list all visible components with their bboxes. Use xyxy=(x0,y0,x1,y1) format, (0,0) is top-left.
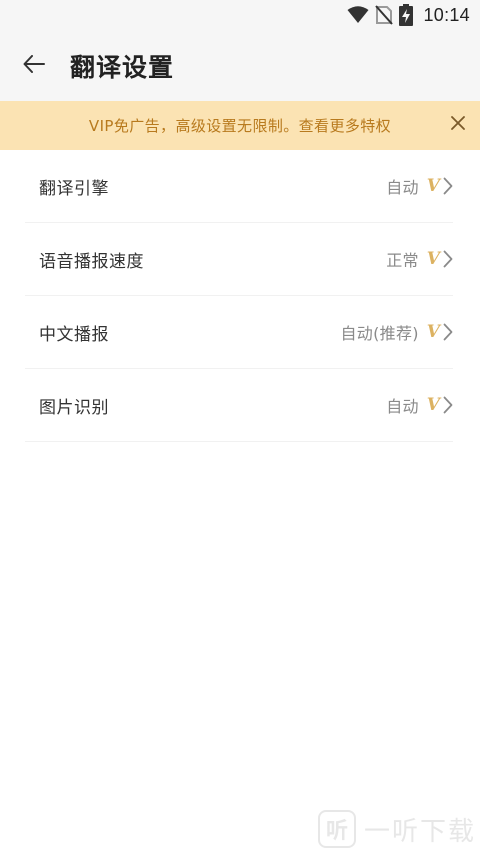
vip-badge-icon: V xyxy=(426,395,440,415)
back-button[interactable] xyxy=(16,48,52,84)
close-icon xyxy=(450,115,466,135)
watermark: 听 一听下载 xyxy=(317,809,476,849)
chevron-right-icon xyxy=(443,396,453,414)
setting-label: 中文播报 xyxy=(39,324,109,345)
vip-badge-icon: V xyxy=(426,322,440,342)
setting-row-speech-speed[interactable]: 语音播报速度 正常 V xyxy=(25,223,453,296)
setting-row-chinese-speech[interactable]: 中文播报 自动(推荐) V xyxy=(25,296,453,369)
setting-label: 图片识别 xyxy=(39,397,109,418)
chevron-right-icon xyxy=(443,250,453,268)
settings-list: 翻译引擎 自动 V 语音播报速度 正常 V 中文播报 自动(推荐) V 图片识别… xyxy=(0,150,480,442)
vip-badge-icon: V xyxy=(426,249,440,269)
setting-label: 翻译引擎 xyxy=(39,178,109,199)
wifi-icon xyxy=(347,6,369,24)
page-title: 翻译设置 xyxy=(70,52,175,82)
banner-close-button[interactable] xyxy=(446,113,470,137)
setting-row-image-recognition[interactable]: 图片识别 自动 V xyxy=(25,369,453,442)
watermark-logo-icon: 听 xyxy=(317,810,356,848)
vip-badge-icon: V xyxy=(426,176,440,196)
setting-value: 自动 xyxy=(386,397,419,416)
arrow-left-icon xyxy=(23,54,45,77)
battery-charging-icon xyxy=(399,4,414,26)
watermark-text: 一听下载 xyxy=(363,816,476,847)
chevron-right-icon xyxy=(443,177,453,195)
app-header: 翻译设置 xyxy=(0,30,480,101)
vip-promo-banner[interactable]: VIP免广告，高级设置无限制。查看更多特权 xyxy=(0,101,480,150)
status-bar: 10:14 xyxy=(0,0,480,30)
status-time: 10:14 xyxy=(423,4,470,25)
setting-value: 自动(推荐) xyxy=(340,324,419,343)
setting-row-translation-engine[interactable]: 翻译引擎 自动 V xyxy=(25,150,453,223)
chevron-right-icon xyxy=(443,323,453,341)
setting-label: 语音播报速度 xyxy=(39,251,144,272)
setting-value: 正常 xyxy=(386,251,419,270)
no-sim-icon xyxy=(375,5,394,25)
vip-promo-text[interactable]: VIP免广告，高级设置无限制。查看更多特权 xyxy=(89,115,391,136)
setting-value: 自动 xyxy=(386,178,419,197)
